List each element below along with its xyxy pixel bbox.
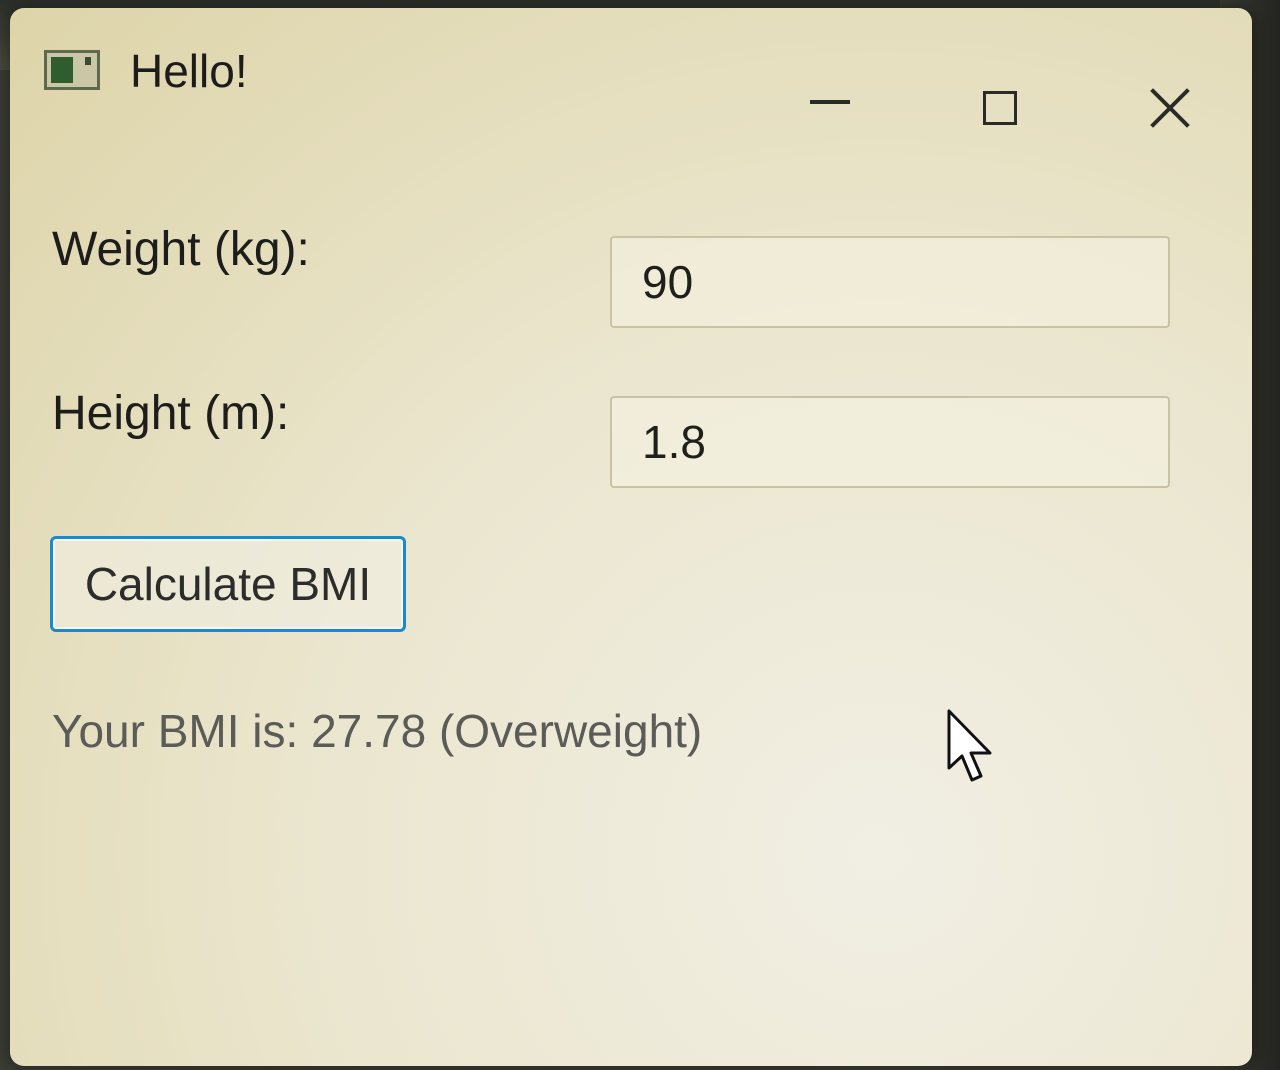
close-icon: [1148, 86, 1192, 130]
bmi-result-text: Your BMI is: 27.78 (Overweight): [52, 705, 703, 757]
height-label: Height (m):: [52, 387, 290, 440]
app-window: Hello! Weight (kg): Height (m): Calculat…: [10, 8, 1252, 1066]
app-icon-block: [51, 57, 73, 83]
height-input[interactable]: [610, 396, 1170, 488]
maximize-button[interactable]: [960, 68, 1040, 148]
close-button[interactable]: [1130, 68, 1210, 148]
calculate-bmi-button[interactable]: Calculate BMI: [50, 536, 406, 632]
weight-label: Weight (kg):: [52, 223, 310, 276]
maximize-icon: [983, 91, 1017, 125]
app-icon: [44, 50, 100, 90]
mouse-pointer-icon: [947, 709, 992, 782]
app-icon-dot: [85, 57, 91, 65]
window-title: Hello!: [130, 45, 248, 97]
minimize-icon: [810, 100, 850, 104]
minimize-button[interactable]: [790, 68, 870, 148]
weight-input[interactable]: [610, 236, 1170, 328]
title-bar[interactable]: Hello!: [10, 8, 1252, 158]
